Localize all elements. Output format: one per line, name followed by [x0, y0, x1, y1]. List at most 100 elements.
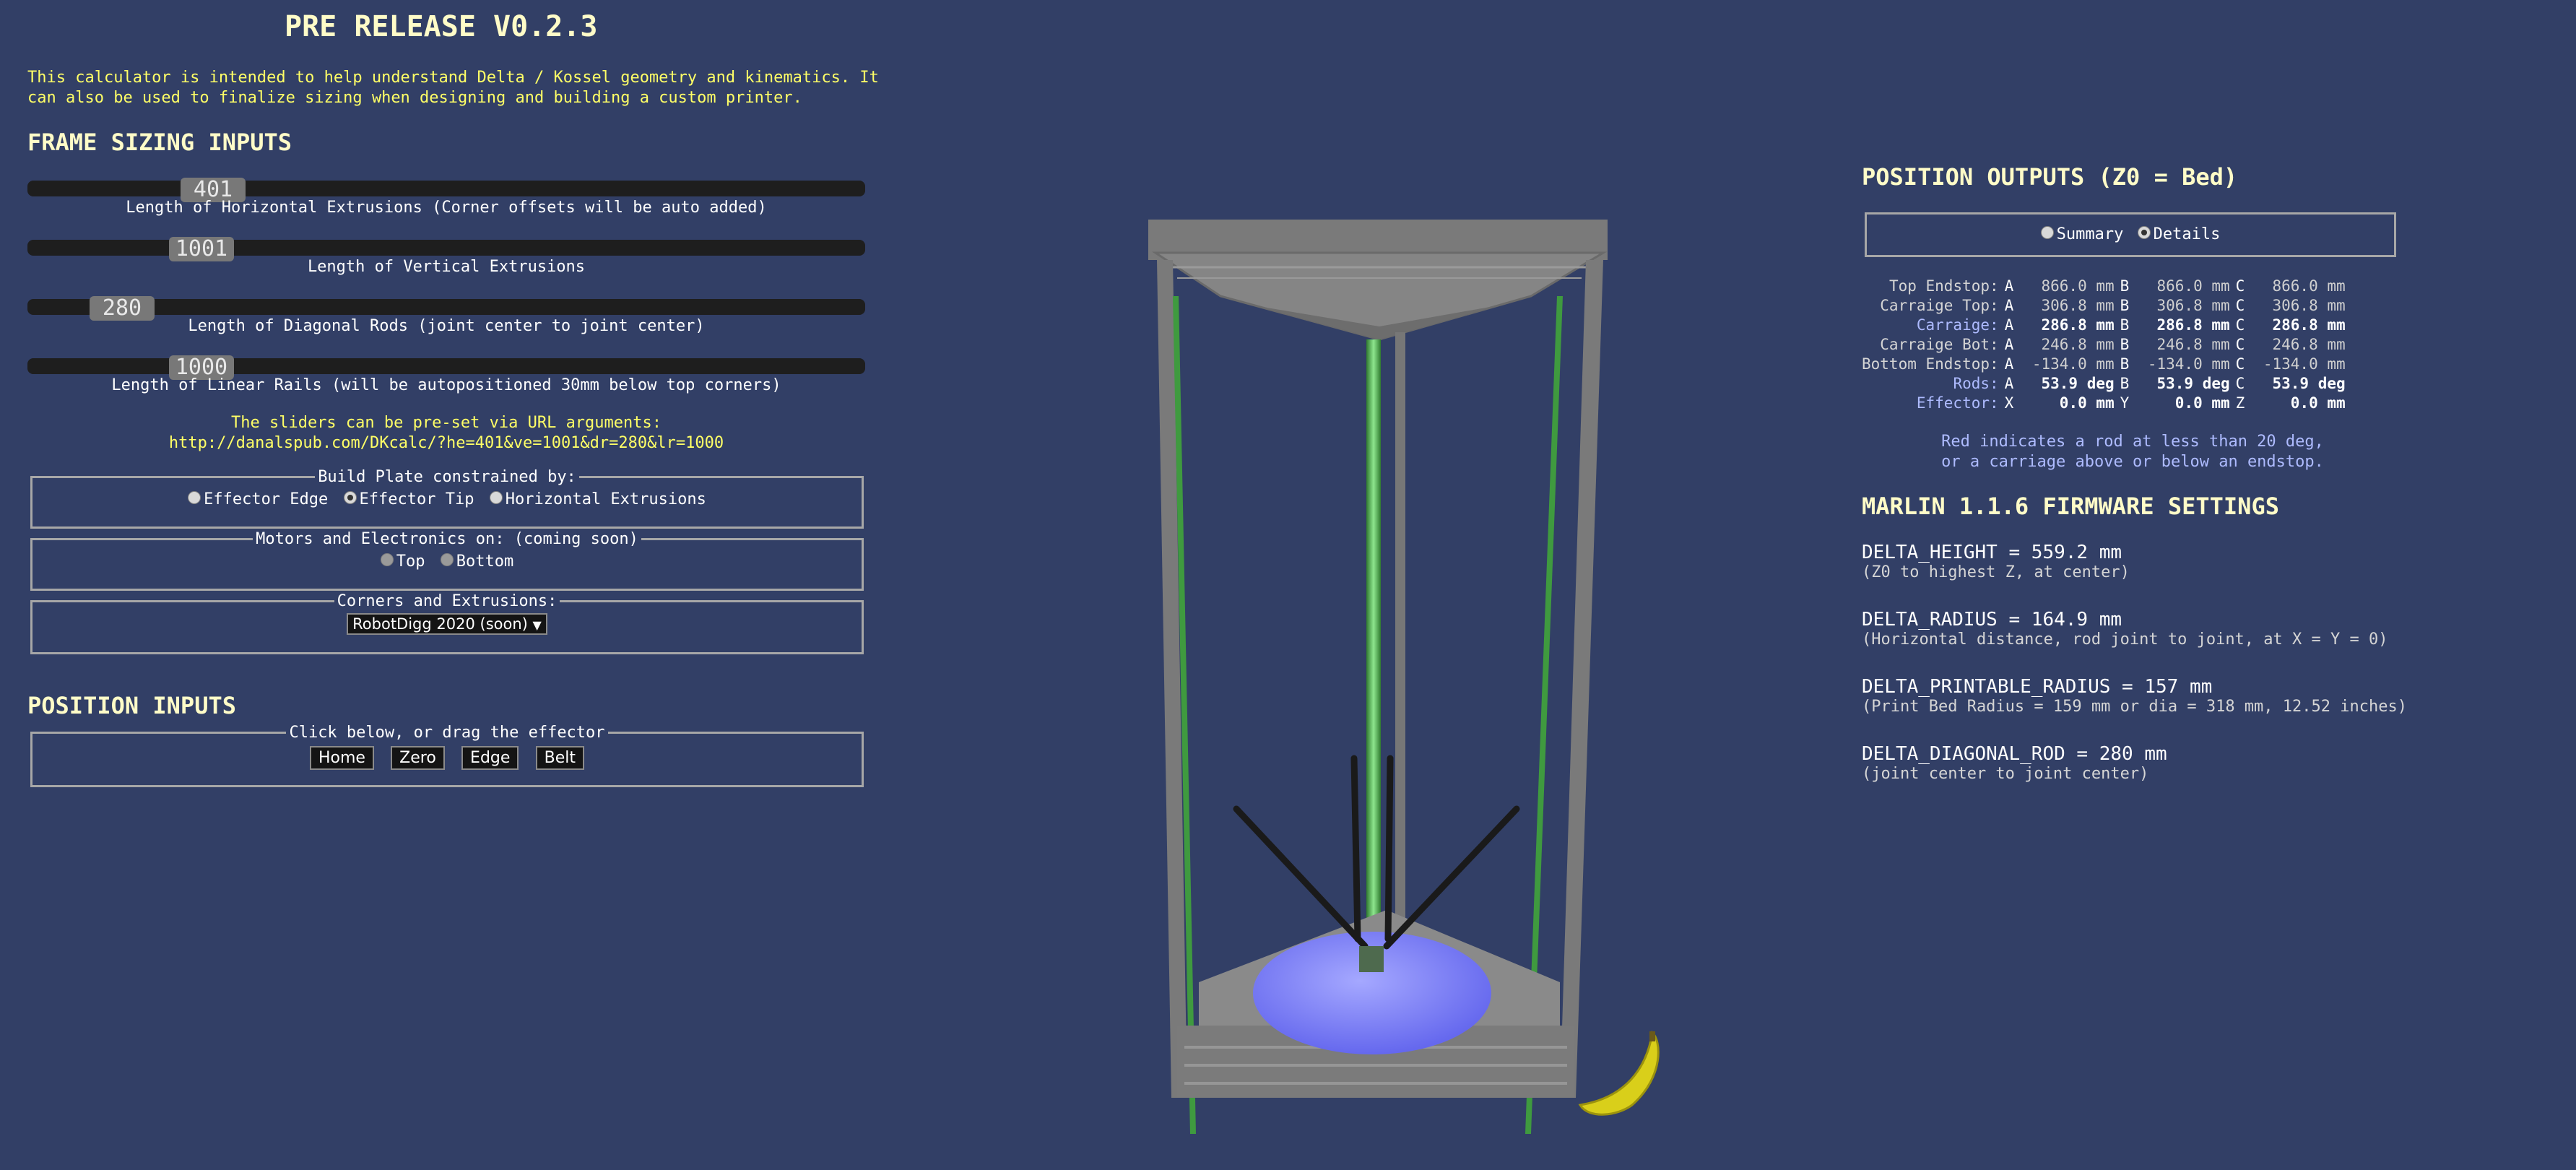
position-inputs-legend: Click below, or drag the effector [289, 724, 605, 742]
setting-note: (Z0 to highest Z, at center) [1862, 563, 2130, 581]
axis-value: 53.9 deg [2041, 375, 2115, 392]
radio-bottom[interactable] [440, 553, 454, 566]
vertical-extrusion-slider[interactable]: 1001 [27, 237, 865, 261]
axis-letter: Z [2235, 394, 2245, 412]
option-label: Summary [2056, 225, 2124, 243]
intro-line-2: can also be used to finalize sizing when… [27, 89, 802, 107]
motors-options: Top Bottom [32, 552, 862, 571]
option-label: Horizontal Extrusions [505, 490, 706, 508]
axis-letter: B [2120, 375, 2130, 392]
motors-legend: Motors and Electronics on: (coming soon) [256, 530, 638, 548]
note-line-1: Red indicates a rod at less than 20 deg, [1941, 433, 2324, 451]
top-frame [1148, 220, 1608, 341]
axis-value: 0.0 mm [2174, 394, 2230, 412]
axis-letter: B [2120, 336, 2130, 353]
axis-letter: A [2004, 375, 2014, 392]
position-note: Red indicates a rod at less than 20 deg,… [1862, 432, 2403, 472]
axis-letter: A [2004, 297, 2014, 314]
option-label: Effector Tip [359, 490, 474, 508]
delta-printer-3d-view[interactable] [1127, 202, 1704, 1170]
diagonal-rod-slider[interactable]: 280 [27, 296, 865, 321]
axis-letter: A [2004, 277, 2014, 295]
radio-horizontal-extrusions[interactable] [489, 491, 503, 504]
axis-letter: B [2120, 277, 2130, 295]
axis-value: 246.8 mm [2272, 336, 2346, 353]
corners-select-wrap: RobotDigg 2020 (soon) ▼ [32, 613, 862, 635]
axis-value: 306.8 mm [2156, 297, 2230, 314]
axis-letter: A [2004, 355, 2014, 373]
axis-value: 866.0 mm [2041, 277, 2115, 295]
setting-value: DELTA_DIAGONAL_ROD = 280 mm [1862, 743, 2167, 765]
build-plate-legend: Build Plate constrained by: [318, 468, 576, 486]
output-row: Carraige: A 286.8 mm B 286.8 mm C 286.8 mm [1862, 316, 2351, 335]
corners-select-value: RobotDigg 2020 (soon) [352, 615, 528, 633]
axis-value: 866.0 mm [2156, 277, 2230, 295]
output-row: Carraige Top: A 306.8 mm B 306.8 mm C 306.8 mm [1862, 296, 2351, 316]
output-row: Carraige Bot: A 246.8 mm B 246.8 mm C 246.8 mm [1862, 335, 2351, 355]
linear-rail-slider[interactable]: 1000 [27, 355, 865, 380]
axis-value: -134.0 mm [2031, 355, 2115, 373]
axis-value: 0.0 mm [2059, 394, 2115, 412]
position-outputs-table: Top Endstop: A 866.0 mm B 866.0 mm C 866.0 mm C… [1862, 277, 2351, 413]
option-label: Top [396, 552, 425, 571]
intro-text: This calculator is intended to help unde… [27, 68, 879, 108]
position-buttons: Home Zero Edge Belt [32, 746, 862, 770]
corners-group: Corners and Extrusions: RobotDigg 2020 (… [30, 592, 864, 654]
radio-effector-edge[interactable] [188, 491, 201, 504]
corners-select[interactable]: RobotDigg 2020 (soon) ▼ [347, 613, 547, 635]
axis-letter: C [2235, 336, 2245, 353]
axis-letter: C [2235, 355, 2245, 373]
setting-value: DELTA_RADIUS = 164.9 mm [1862, 609, 2122, 630]
linear-rail-label: Length of Linear Rails (will be autoposi… [111, 376, 781, 394]
radio-summary[interactable] [2040, 226, 2054, 239]
axis-value: 53.9 deg [2156, 375, 2230, 392]
firmware-setting: DELTA_HEIGHT = 559.2 mm (Z0 to highest Z… [1862, 542, 2512, 609]
build-plate-group: Build Plate constrained by: Effector Edg… [30, 468, 864, 529]
axis-value: 0.0 mm [2290, 394, 2346, 412]
firmware-setting: DELTA_DIAGONAL_ROD = 280 mm (joint cente… [1862, 743, 2512, 810]
axis-letter: B [2120, 297, 2130, 314]
axis-letter: A [2004, 336, 2014, 353]
axis-letter: Y [2120, 394, 2130, 412]
edge-button[interactable]: Edge [461, 746, 519, 770]
axis-letter: C [2235, 316, 2245, 334]
setting-value: DELTA_HEIGHT = 559.2 mm [1862, 542, 2122, 563]
axis-value: 286.8 mm [2041, 316, 2115, 334]
setting-note: (Horizontal distance, rod joint to joint… [1862, 630, 2388, 649]
axis-value: 286.8 mm [2272, 316, 2346, 334]
home-button[interactable]: Home [309, 746, 374, 770]
vertical-extrusion-label: Length of Vertical Extrusions [307, 258, 586, 276]
effector[interactable] [1359, 946, 1384, 972]
output-row-label: Carraige: [1916, 316, 1999, 334]
motors-group: Motors and Electronics on: (coming soon)… [30, 530, 864, 591]
diagonal-rod-label: Length of Diagonal Rods (joint center to… [188, 317, 705, 335]
output-row-label: Carraige Top: [1880, 297, 1999, 314]
setting-note: (Print Bed Radius = 159 mm or dia = 318 … [1862, 698, 2407, 716]
url-note: The sliders can be pre-set via URL argum… [27, 413, 865, 454]
zero-button[interactable]: Zero [391, 746, 445, 770]
firmware-heading: MARLIN 1.1.6 FIRMWARE SETTINGS [1862, 493, 2279, 520]
firmware-setting: DELTA_RADIUS = 164.9 mm (Horizontal dist… [1862, 609, 2512, 676]
banana-icon [1578, 1031, 1660, 1116]
radio-details[interactable] [2137, 226, 2151, 239]
output-row-label: Top Endstop: [1888, 277, 1999, 295]
belt-button[interactable]: Belt [535, 746, 585, 770]
output-row-label: Carraige Bot: [1880, 336, 1999, 353]
page-title: PRE RELEASE V0.2.3 [285, 10, 598, 43]
radio-effector-tip[interactable] [343, 491, 357, 504]
axis-value: 53.9 deg [2272, 375, 2346, 392]
output-row-label: Bottom Endstop: [1862, 355, 1999, 373]
horizontal-extrusion-slider[interactable]: 401 [27, 178, 865, 202]
option-label: Bottom [456, 552, 514, 571]
firmware-settings: DELTA_HEIGHT = 559.2 mm (Z0 to highest Z… [1862, 542, 2512, 810]
option-label: Details [2153, 225, 2221, 243]
axis-letter: C [2235, 277, 2245, 295]
axis-value: 306.8 mm [2041, 297, 2115, 314]
axis-value: 306.8 mm [2272, 297, 2346, 314]
axis-letter: B [2120, 316, 2130, 334]
axis-letter: C [2235, 297, 2245, 314]
axis-value: 286.8 mm [2156, 316, 2230, 334]
axis-letter: B [2120, 355, 2130, 373]
preset-url-link[interactable]: http://danalspub.com/DKcalc/?he=401&ve=1… [27, 433, 865, 454]
radio-top[interactable] [380, 553, 394, 566]
